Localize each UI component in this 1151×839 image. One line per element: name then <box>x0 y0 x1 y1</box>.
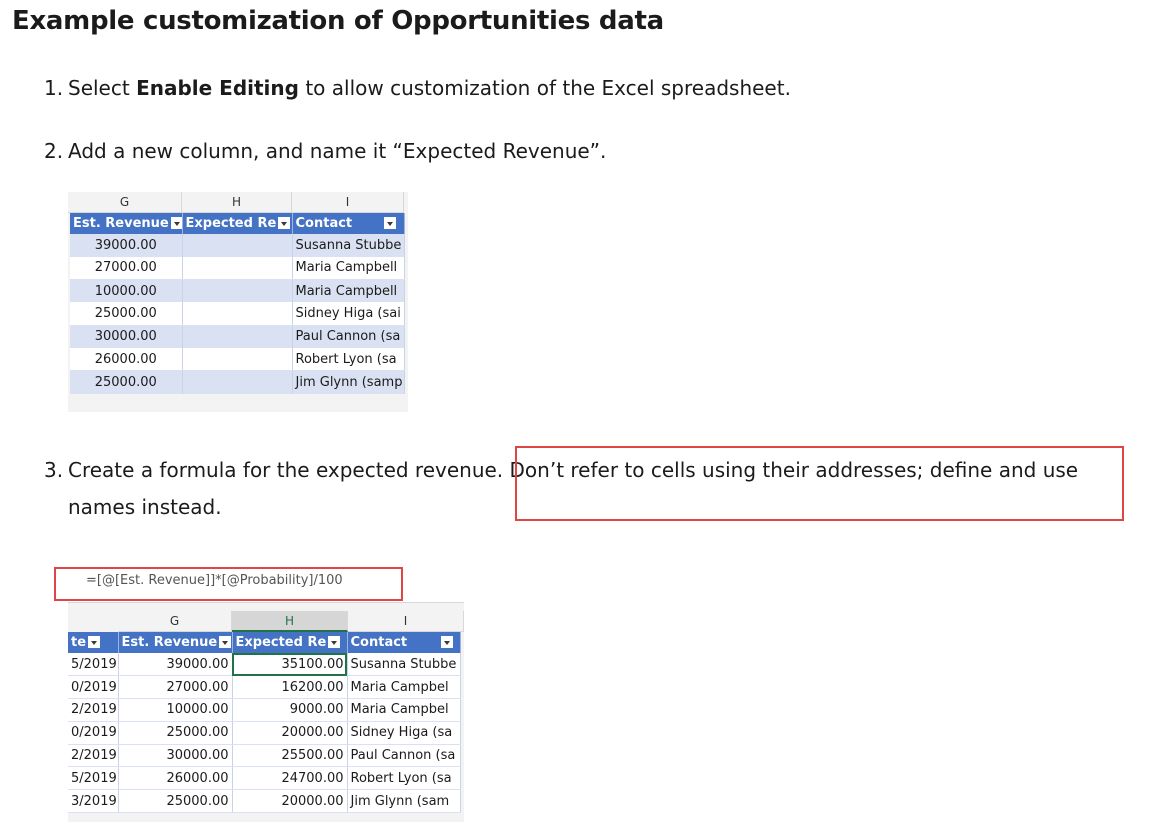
table-row: 2/2019 10000.00 9000.00 Maria Campbel <box>68 698 461 722</box>
column-letter-i: I <box>292 192 404 213</box>
column-letter-g: G <box>118 611 232 632</box>
table-header-row: te Est. Revenue Expected Re Contact <box>68 632 461 653</box>
filter-dropdown-icon <box>328 636 341 648</box>
column-letter-i: I <box>348 611 464 632</box>
filter-dropdown-icon <box>441 636 454 648</box>
table-row: 25000.00 Jim Glynn (samp <box>70 370 405 394</box>
step-2: 2. Add a new column, and name it “Expecte… <box>44 133 606 170</box>
table-row: 0/2019 27000.00 16200.00 Maria Campbel <box>68 675 461 700</box>
filter-dropdown-icon <box>219 636 231 648</box>
filter-dropdown-icon <box>278 217 291 229</box>
column-letter-h: H <box>232 611 348 632</box>
table-row: 10000.00 Maria Campbell <box>70 279 405 303</box>
opportunities-table-2: te Est. Revenue Expected Re Contact 5/20… <box>68 632 461 814</box>
active-cell: 35100.00 <box>232 653 348 677</box>
filter-dropdown-icon <box>88 636 101 648</box>
step-2-text: Add a new column, and name it “Expected … <box>68 139 607 163</box>
table-row: 39000.00 Susanna Stubbe <box>70 234 405 257</box>
table-row: 3/2019 25000.00 20000.00 Jim Glynn (sam <box>68 789 461 814</box>
column-headers: G H I <box>118 611 464 632</box>
highlight-box-instruction <box>515 446 1124 521</box>
table-row: 0/2019 25000.00 20000.00 Sidney Higa (sa <box>68 721 461 745</box>
step-3-number: 3. <box>44 458 64 482</box>
table-row: 25000.00 Sidney Higa (sai <box>70 302 405 326</box>
column-letter-h: H <box>182 192 292 213</box>
table-row: 30000.00 Paul Cannon (sa <box>70 325 405 348</box>
header-date: te <box>68 632 119 653</box>
spreadsheet-image-1: G H I Est. Revenue Expected Re Contact 3… <box>68 192 408 412</box>
step-1-number: 1. <box>44 76 64 100</box>
filter-dropdown-icon <box>384 217 397 229</box>
table-row: 26000.00 Robert Lyon (sa <box>70 347 405 372</box>
header-contact: Contact <box>347 632 461 653</box>
opportunities-table-1: Est. Revenue Expected Re Contact 39000.0… <box>70 213 405 394</box>
step-1: 1. Select Enable Editing to allow customi… <box>44 70 791 107</box>
highlight-box-formula <box>54 567 403 601</box>
table-row: 2/2019 30000.00 25500.00 Paul Cannon (sa <box>68 744 461 768</box>
table-row: 5/2019 39000.00 35100.00 Susanna Stubbe <box>68 653 461 677</box>
step-1-pre: Select <box>68 76 137 100</box>
column-letter-g: G <box>68 192 182 213</box>
step-1-bold: Enable Editing <box>136 76 299 100</box>
page-title: Example customization of Opportunities d… <box>12 6 664 36</box>
step-2-number: 2. <box>44 139 64 163</box>
filter-dropdown-icon <box>170 217 181 229</box>
header-contact: Contact <box>292 213 405 234</box>
table-header-row: Est. Revenue Expected Re Contact <box>70 213 405 234</box>
header-est-revenue: Est. Revenue <box>70 213 183 234</box>
header-expected-revenue: Expected Re <box>182 213 293 234</box>
table-row: 5/2019 26000.00 24700.00 Robert Lyon (sa <box>68 766 461 791</box>
header-est-revenue: Est. Revenue <box>118 632 233 653</box>
column-headers: G H I <box>68 192 404 213</box>
table-row: 27000.00 Maria Campbell <box>70 256 405 281</box>
header-expected-revenue: Expected Re <box>232 632 348 653</box>
step-1-post: to allow customization of the Excel spre… <box>298 76 791 100</box>
